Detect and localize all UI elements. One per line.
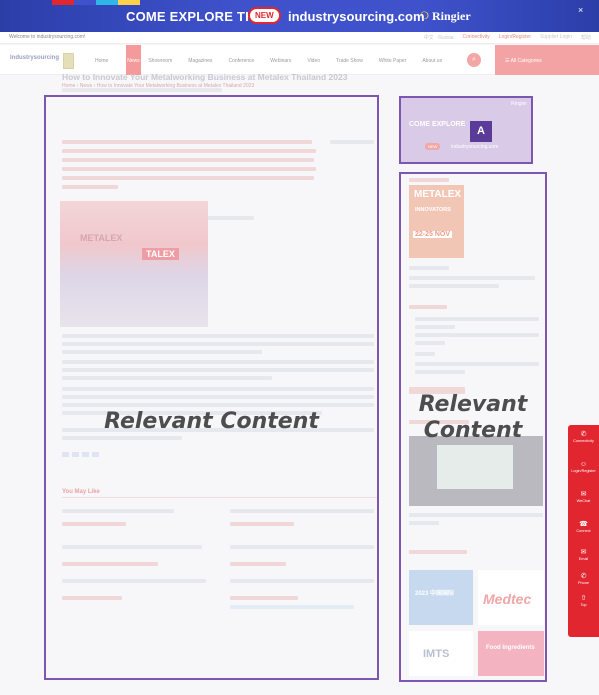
nav-item-trade-show[interactable]: Trade Show xyxy=(336,58,363,64)
utility-links: 中文 · Russia Connectivity Login/Register … xyxy=(424,34,591,41)
email-icon: ✉ xyxy=(580,549,587,556)
util-link-help[interactable]: 帮助 xyxy=(581,34,591,41)
utility-bar: Welcome to industrysourcing.com! 中文 · Ru… xyxy=(0,32,599,44)
util-link-connectivity[interactable]: Connectivity xyxy=(463,34,490,41)
connect-icon: ☎ xyxy=(579,521,588,528)
article-title: How to Innovate Your Metalworking Busine… xyxy=(62,72,348,82)
floatbar-phone[interactable]: ✆ Phone xyxy=(568,573,599,586)
floatbar-connect[interactable]: ☎ Connect xyxy=(568,521,599,534)
floatbar-wechat[interactable]: ✉ WeChat xyxy=(568,491,599,504)
floatbar-top-label: Top xyxy=(580,603,587,607)
floatbar-top[interactable]: ⇧ Top xyxy=(568,595,599,608)
arrow-up-icon: ⇧ xyxy=(580,595,587,602)
banner-color-stripes xyxy=(52,0,140,5)
promo-banner[interactable]: COME EXPLORE THE NEW industrysourcing.co… xyxy=(0,0,599,32)
floatbar-login-label: Login/Register xyxy=(571,469,596,473)
relevant-content-side-label-line2: Content xyxy=(423,418,523,443)
banner-headline: COME EXPLORE THE xyxy=(126,9,264,24)
main-navbar: Industrysourcing Home Showroom Magazines… xyxy=(0,45,599,75)
connectivity-icon: ✆ xyxy=(580,431,587,438)
relevant-content-side-label: Relevant Content xyxy=(401,392,545,444)
relevant-content-main-region: Relevant Content xyxy=(44,95,379,680)
search-icon[interactable]: ⌕ xyxy=(467,53,481,67)
phone-icon: ✆ xyxy=(580,573,587,580)
floatbar-login[interactable]: ☺ Login/Register xyxy=(568,461,599,474)
floatbar-connectivity-label: Connectivity xyxy=(573,439,594,443)
banner-site-name: industrysourcing.com xyxy=(288,9,425,24)
banner-partner-name: Ringier xyxy=(432,9,471,23)
magazine-thumbnail[interactable] xyxy=(63,53,74,69)
nav-items: Home Showroom Magazines Conference Webin… xyxy=(95,58,442,64)
nav-item-news[interactable]: News xyxy=(126,45,141,75)
relevant-content-side-label-line1: Relevant xyxy=(418,392,528,417)
floatbar-wechat-label: WeChat xyxy=(576,499,591,503)
floatbar-connectivity[interactable]: ✆ Connectivity xyxy=(568,431,599,444)
floating-toolbar: ✆ Connectivity ☺ Login/Register ✉ WeChat… xyxy=(568,425,599,637)
floatbar-email[interactable]: ✉ Email xyxy=(568,549,599,562)
relevant-content-side-region: Relevant Content xyxy=(399,172,547,682)
nav-item-showroom[interactable]: Showroom xyxy=(148,58,172,64)
all-categories-button[interactable]: ☰ All Categories xyxy=(495,45,599,75)
ringier-logo-icon: ❍ xyxy=(420,11,429,22)
nav-item-webinars[interactable]: Webinars xyxy=(270,58,291,64)
close-icon[interactable]: × xyxy=(578,5,583,15)
relevant-content-main-label: Relevant Content xyxy=(104,409,319,434)
wechat-icon: ✉ xyxy=(580,491,587,498)
banner-new-badge: NEW xyxy=(248,7,281,24)
welcome-text: Welcome to industrysourcing.com! xyxy=(9,34,86,40)
nav-item-conference[interactable]: Conference xyxy=(228,58,254,64)
nav-item-magazines[interactable]: Magazines xyxy=(188,58,212,64)
ad-region-a: A xyxy=(399,96,533,164)
nav-item-white-paper[interactable]: White Paper xyxy=(379,58,407,64)
floatbar-connect-label: Connect xyxy=(576,529,591,533)
region-badge-a: A xyxy=(470,121,492,142)
nav-item-home[interactable]: Home xyxy=(95,58,108,64)
nav-item-video[interactable]: Video xyxy=(307,58,320,64)
site-logo[interactable]: Industrysourcing xyxy=(10,55,59,61)
util-link-supplier-login[interactable]: Supplier Login xyxy=(540,34,572,41)
floatbar-phone-label: Phone xyxy=(578,581,589,585)
page: COME EXPLORE THE NEW industrysourcing.co… xyxy=(0,0,599,695)
util-link-login[interactable]: Login/Register xyxy=(499,34,531,41)
user-icon: ☺ xyxy=(579,461,588,468)
nav-item-about-us[interactable]: About us xyxy=(422,58,442,64)
util-link-language[interactable]: 中文 · Russia xyxy=(424,34,454,41)
floatbar-email-label: Email xyxy=(578,557,589,561)
